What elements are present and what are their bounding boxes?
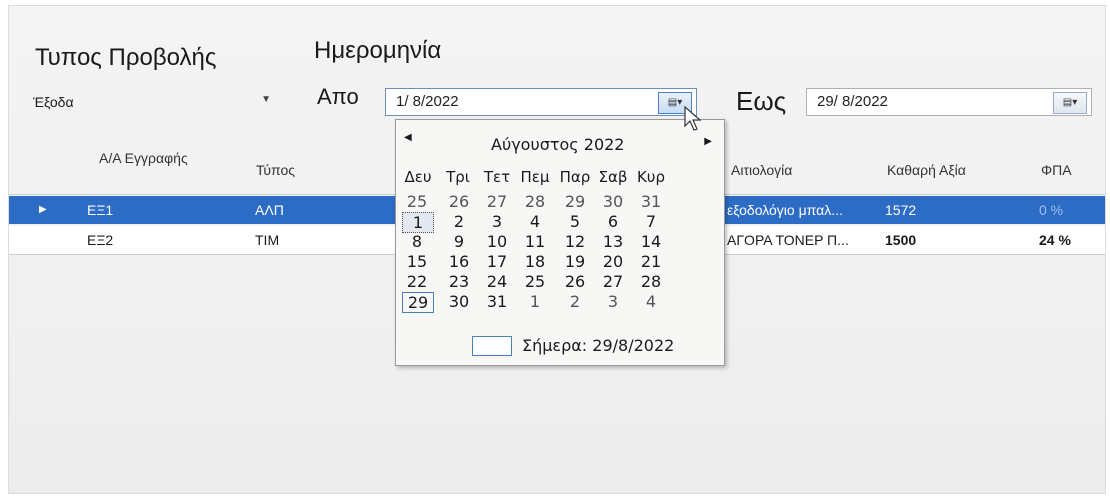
calendar-day[interactable]: 4 bbox=[520, 212, 550, 231]
calendar-day[interactable]: 19 bbox=[560, 252, 590, 271]
calendar-day[interactable]: 30 bbox=[598, 192, 628, 211]
view-type-label: Τυπος Προβολής bbox=[35, 44, 217, 71]
today-marker[interactable] bbox=[472, 336, 512, 356]
calendar-day[interactable]: 15 bbox=[402, 252, 432, 271]
cell-aa: ΕΞ2 bbox=[87, 232, 114, 248]
weekday-label: Τρι bbox=[446, 168, 470, 186]
calendar-day[interactable]: 10 bbox=[482, 232, 512, 251]
calendar-day[interactable]: 14 bbox=[636, 232, 666, 251]
calendar-day[interactable]: 26 bbox=[560, 272, 590, 291]
col-header-vat[interactable]: ΦΠΑ bbox=[1041, 162, 1072, 178]
calendar-day[interactable]: 13 bbox=[598, 232, 628, 251]
calendar-day[interactable]: 17 bbox=[482, 252, 512, 271]
cell-type: ΤΙΜ bbox=[255, 232, 280, 248]
view-type-value: Έξοδα bbox=[33, 94, 74, 110]
calendar-day[interactable]: 2 bbox=[444, 212, 474, 231]
calendar-day[interactable]: 24 bbox=[482, 272, 512, 291]
calendar-day[interactable]: 27 bbox=[598, 272, 628, 291]
weekday-label: Δευ bbox=[404, 168, 432, 186]
calendar-day[interactable]: 16 bbox=[444, 252, 474, 271]
cell-reason: εξοδολόγιο μπαλ... bbox=[727, 202, 843, 218]
app-window: Τυπος Προβολής Ημερομηνία Έξοδα ▼ Απο 1/… bbox=[8, 5, 1106, 494]
triangle-left-icon[interactable]: ◀ bbox=[404, 132, 412, 143]
calendar-day[interactable]: 12 bbox=[560, 232, 590, 251]
calendar-day[interactable]: 26 bbox=[444, 192, 474, 211]
calendar-day[interactable]: 30 bbox=[444, 292, 474, 311]
col-header-aa[interactable]: Α/Α Εγγραφής bbox=[99, 150, 199, 167]
to-label: Εως bbox=[736, 86, 787, 116]
cell-net: 1572 bbox=[885, 202, 917, 218]
calendar-month-title[interactable]: Αύγουστος 2022 bbox=[491, 135, 624, 154]
calendar-day[interactable]: 7 bbox=[636, 212, 666, 231]
from-label: Απο bbox=[317, 84, 359, 109]
calendar-day[interactable]: 31 bbox=[482, 292, 512, 311]
cell-type: ΑΛΠ bbox=[255, 202, 284, 218]
calendar-day[interactable]: 29 bbox=[402, 292, 434, 313]
cell-aa: ΕΞ1 bbox=[87, 202, 114, 218]
calendar-day[interactable]: 31 bbox=[636, 192, 666, 211]
calendar-icon[interactable]: ▤▾ bbox=[1053, 92, 1087, 114]
calendar-day[interactable]: 11 bbox=[520, 232, 550, 251]
cell-net: 1500 bbox=[885, 232, 917, 248]
weekday-label: Σαβ bbox=[598, 168, 628, 186]
cell-vat: 24 % bbox=[1039, 232, 1071, 248]
calendar-day[interactable]: 25 bbox=[520, 272, 550, 291]
view-type-select[interactable]: Έξοδα ▼ bbox=[29, 90, 279, 114]
to-date-value: 29/ 8/2022 bbox=[817, 93, 888, 110]
calendar-day[interactable]: 28 bbox=[520, 192, 550, 211]
weekday-label: Παρ bbox=[559, 168, 591, 186]
col-header-net[interactable]: Καθαρή Αξία bbox=[887, 162, 966, 178]
calendar-popup: ◀ Αύγουστος 2022 ▶ Δευ Τρι Τετ Πεμ Παρ Σ… bbox=[395, 119, 725, 366]
calendar-day[interactable]: 3 bbox=[598, 292, 628, 311]
col-header-reason[interactable]: Αιτιολογία bbox=[731, 162, 792, 178]
weekday-label: Πεμ bbox=[520, 168, 550, 186]
date-label: Ημερομηνία bbox=[314, 37, 442, 64]
calendar-day[interactable]: 23 bbox=[444, 272, 474, 291]
calendar-day[interactable]: 22 bbox=[402, 272, 432, 291]
calendar-day[interactable]: 18 bbox=[520, 252, 550, 271]
calendar-day[interactable]: 3 bbox=[482, 212, 512, 231]
calendar-day[interactable]: 5 bbox=[560, 212, 590, 231]
from-date-picker[interactable]: 1/ 8/2022 ▤▾ bbox=[385, 88, 697, 116]
calendar-day[interactable]: 25 bbox=[402, 192, 432, 211]
from-date-value: 1/ 8/2022 bbox=[396, 93, 459, 110]
calendar-day[interactable]: 21 bbox=[636, 252, 666, 271]
cell-reason: ΑΓΟΡΑ ΤΟΝΕΡ Π... bbox=[727, 232, 849, 248]
weekday-label: Κυρ bbox=[636, 168, 666, 186]
calendar-day[interactable]: 27 bbox=[482, 192, 512, 211]
calendar-day[interactable]: 4 bbox=[636, 292, 666, 311]
calendar-day[interactable]: 28 bbox=[636, 272, 666, 291]
calendar-day[interactable]: 1 bbox=[402, 212, 434, 233]
calendar-day[interactable]: 1 bbox=[520, 292, 550, 311]
calendar-day[interactable]: 9 bbox=[444, 232, 474, 251]
cell-vat: 0 % bbox=[1039, 202, 1064, 218]
triangle-right-icon: ▶ bbox=[39, 204, 47, 215]
calendar-day[interactable]: 2 bbox=[560, 292, 590, 311]
calendar-day[interactable]: 8 bbox=[402, 232, 432, 251]
calendar-day[interactable]: 29 bbox=[560, 192, 590, 211]
to-date-picker[interactable]: 29/ 8/2022 ▤▾ bbox=[806, 88, 1092, 116]
calendar-day[interactable]: 20 bbox=[598, 252, 628, 271]
col-header-type[interactable]: Τύπος bbox=[256, 162, 295, 178]
weekday-label: Τετ bbox=[483, 168, 511, 186]
calendar-day[interactable]: 6 bbox=[598, 212, 628, 231]
chevron-down-icon[interactable]: ▼ bbox=[261, 94, 271, 105]
mouse-cursor-icon bbox=[684, 106, 702, 131]
triangle-right-icon[interactable]: ▶ bbox=[704, 136, 712, 147]
today-link[interactable]: Σήμερα: 29/8/2022 bbox=[522, 336, 674, 355]
